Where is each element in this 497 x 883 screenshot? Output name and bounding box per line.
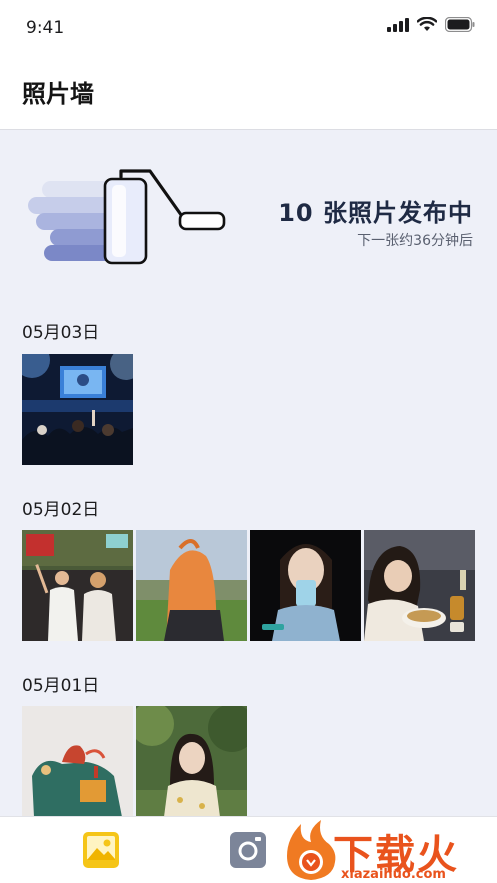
photo-row [22, 706, 247, 817]
orange-hair-lawn-photo[interactable] [136, 530, 247, 641]
garden-portrait-photo[interactable] [136, 706, 247, 817]
festival-friends-photo[interactable] [22, 530, 133, 641]
header: 照片墙 [0, 58, 497, 130]
paint-roller-icon [28, 169, 226, 265]
camera-icon [230, 832, 266, 868]
photo-row [22, 530, 475, 641]
banner-subtitle: 下一张约36分钟后 [357, 233, 473, 249]
watermark-logo: 下载火 xiazaihuo.com [281, 818, 491, 883]
battery-icon [445, 17, 475, 32]
date-label: 05月01日 [22, 676, 100, 696]
tab-camera[interactable] [229, 831, 267, 869]
photo-row [22, 354, 133, 465]
page-title: 照片墙 [22, 80, 94, 108]
date-label: 05月03日 [22, 323, 100, 343]
publishing-banner: 10 张照片发布中 下一张约36分钟后 [0, 131, 497, 291]
flame-logo-icon [287, 820, 336, 880]
signal-icon [387, 17, 409, 32]
status-time: 9:41 [26, 18, 65, 38]
status-icons [387, 17, 475, 32]
photo-wall-icon [83, 832, 119, 868]
status-bar: 9:41 [0, 0, 497, 58]
concert-stage-photo[interactable] [22, 354, 133, 465]
drink-can-portrait-photo[interactable] [250, 530, 361, 641]
tab-photo-wall[interactable] [82, 831, 120, 869]
wifi-icon [417, 17, 437, 31]
banner-title: 10 张照片发布中 [278, 199, 473, 227]
sculpture-photo[interactable] [22, 706, 133, 817]
date-label: 05月02日 [22, 500, 100, 520]
watermark-url: xiazaihuo.com [341, 867, 446, 882]
noodle-bowl-photo[interactable] [364, 530, 475, 641]
